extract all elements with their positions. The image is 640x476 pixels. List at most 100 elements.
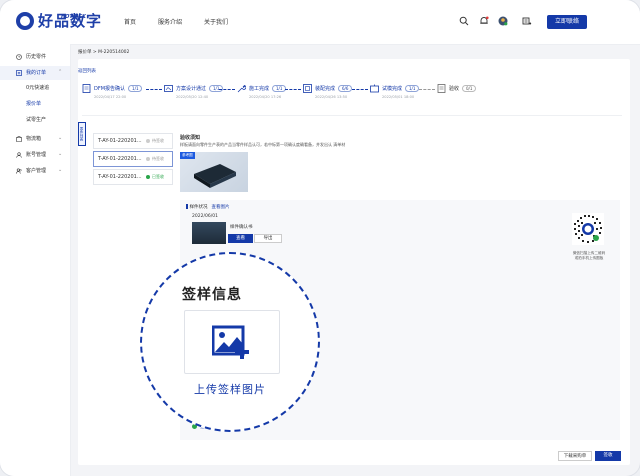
- product-image[interactable]: 参考图: [180, 152, 248, 192]
- progress-steps: DFM报告确认 1/1 2022/04/17 22:00 方案设计通过 1/1 20…: [82, 83, 582, 105]
- image-tag: 参考图: [180, 152, 195, 159]
- status-dot: [146, 156, 150, 161]
- bell-icon[interactable]: [479, 16, 489, 26]
- contact-button[interactable]: 立即联络: [547, 15, 587, 29]
- breadcrumb: 报价单 > M-220514002: [78, 50, 130, 55]
- chevron-down-icon: ⌄: [58, 135, 63, 141]
- back-link[interactable]: 返回列表: [78, 68, 96, 74]
- qr-code-icon[interactable]: [572, 213, 604, 245]
- order-code: T-AY-01-220201...: [98, 156, 142, 162]
- parts-list-tab[interactable]: 零件列表: [78, 122, 86, 146]
- view-button[interactable]: 查看: [228, 234, 253, 243]
- chevron-down-icon: ⌄: [58, 151, 63, 157]
- export-button[interactable]: 导出: [254, 234, 282, 243]
- detail-title: 验收须知: [180, 135, 201, 141]
- sign-button[interactable]: 签收: [595, 451, 621, 461]
- order-code: T-AY-01-220201...: [98, 138, 142, 144]
- sidebar-item-customers[interactable]: 客户管理 ⌄: [0, 164, 70, 178]
- clock-icon: [16, 54, 22, 60]
- view-images-link[interactable]: 查看图片: [212, 205, 230, 210]
- assembly-icon: [303, 84, 312, 93]
- design-icon: [164, 85, 173, 92]
- message-icon[interactable]: [522, 16, 532, 26]
- sidebar-item-account[interactable]: 账号管理 ⌄: [0, 148, 70, 162]
- logo-mark-icon: [16, 11, 34, 30]
- step-date: 2022/05/01 18:00: [382, 95, 415, 99]
- step-connector: [352, 89, 368, 90]
- nav-services[interactable]: 服务介绍: [158, 17, 182, 26]
- step-name: 装配完成: [315, 86, 336, 92]
- user-icon: [16, 152, 22, 158]
- upload-label[interactable]: 上传签样图片: [194, 381, 266, 397]
- avatar[interactable]: [498, 16, 508, 26]
- section-bar: [186, 204, 188, 209]
- order-status: 已签收: [152, 174, 164, 179]
- sidebar-item-orders[interactable]: 我的订单 ⌃: [0, 66, 70, 80]
- mold-icon: [370, 84, 379, 93]
- step-connector: [219, 89, 235, 90]
- step-name: DFM报告确认: [94, 86, 126, 92]
- order-status: 待签收: [152, 138, 164, 143]
- order-code: T-AY-01-220201...: [98, 174, 142, 180]
- step-name: 方案设计通过: [176, 86, 207, 92]
- upload-area[interactable]: [184, 310, 280, 374]
- sidebar-item-logistics[interactable]: 物流箱 ⌄: [0, 132, 70, 146]
- order-icon: [16, 70, 22, 76]
- step-date: 2022/04/26 13:50: [315, 95, 348, 99]
- status-dot: [146, 138, 150, 143]
- top-header: 好品数字 HOTPICK 首页 服务介绍 关于我们 立即联络: [0, 0, 640, 45]
- step-badge: 0/1: [462, 85, 477, 92]
- step-badge: 1/1: [128, 85, 143, 92]
- sidebar-item-label: 我的订单: [26, 70, 47, 76]
- add-image-icon: [212, 325, 249, 359]
- sidebar-item-label: 客户管理: [26, 168, 47, 174]
- chevron-up-icon: ⌃: [58, 69, 63, 75]
- checklist-icon: [437, 84, 446, 93]
- document-icon: [82, 84, 91, 93]
- sample-text: 样件确认书: [230, 225, 253, 230]
- order-list: T-AY-01-220201... 待签收 T-AY-01-220201... …: [93, 133, 173, 187]
- step-date: 2022/05/20 12:40: [176, 95, 209, 99]
- qr-text-1: 微信扫描上传二维码: [572, 251, 606, 255]
- logo-subtext: HOTPICK: [61, 14, 86, 20]
- sample-header: 样件状况: [189, 205, 208, 210]
- step-name: 试模完成: [382, 86, 403, 92]
- order-status: 待签收: [152, 156, 164, 161]
- sidebar-item-label: 账号管理: [26, 152, 47, 158]
- step-name: 验收: [449, 86, 460, 92]
- step-connector: [285, 89, 301, 90]
- list-item[interactable]: T-AY-01-220201... 待签收: [93, 151, 173, 167]
- sidebar-sub-quote[interactable]: 报价单: [26, 100, 41, 107]
- list-item[interactable]: T-AY-01-220201... 已签收: [93, 169, 173, 185]
- step-name: 施工完成: [249, 86, 270, 92]
- detail-description: 样板请面向零件生产表的产品当零件样品认可，若中标第一项确认度确看备，并发出认 清…: [180, 142, 346, 147]
- step-badge: 6/6: [338, 85, 353, 92]
- step-connector: [419, 89, 435, 90]
- step-connector: [146, 89, 162, 90]
- sidebar: 历史零件 我的订单 ⌃ 0元快速追 报价单 试零生产 物流箱 ⌄ 账号管理 ⌄ …: [0, 44, 71, 476]
- sidebar-item-label: 历史零件: [26, 54, 47, 60]
- list-item[interactable]: T-AY-01-220201... 待签收: [93, 133, 173, 149]
- chevron-down-icon: ⌄: [58, 167, 63, 173]
- users-icon: [16, 168, 22, 174]
- download-po-button[interactable]: 下载采购单: [558, 451, 592, 461]
- qr-text-2: 或拍手机上传图板: [574, 256, 604, 260]
- nav-home[interactable]: 首页: [124, 17, 136, 26]
- step-badge: 1/1: [405, 85, 420, 92]
- sample-thumbnail[interactable]: [192, 222, 226, 244]
- sidebar-sub-quick[interactable]: 0元快速追: [26, 84, 49, 91]
- app-frame: 好品数字 HOTPICK 首页 服务介绍 关于我们 立即联络 历史零件 我的订单…: [0, 0, 640, 476]
- sidebar-sub-trial[interactable]: 试零生产: [26, 116, 46, 123]
- divider: [82, 115, 622, 116]
- search-icon[interactable]: [459, 16, 469, 26]
- qr-instructions: 微信扫描上传二维码 或拍手机上传图板: [562, 251, 616, 261]
- sample-date: 2022/06/01: [192, 214, 218, 219]
- status-dot: [146, 174, 150, 179]
- step-date: 2022/04/17 22:00: [94, 95, 127, 99]
- sidebar-item-label: 物流箱: [26, 136, 42, 142]
- sign-info-title: 签样信息: [182, 287, 242, 303]
- logo[interactable]: 好品数字 HOTPICK: [16, 10, 102, 31]
- box-icon: [16, 136, 22, 142]
- sidebar-item-history[interactable]: 历史零件: [0, 50, 70, 64]
- nav-about[interactable]: 关于我们: [204, 17, 228, 26]
